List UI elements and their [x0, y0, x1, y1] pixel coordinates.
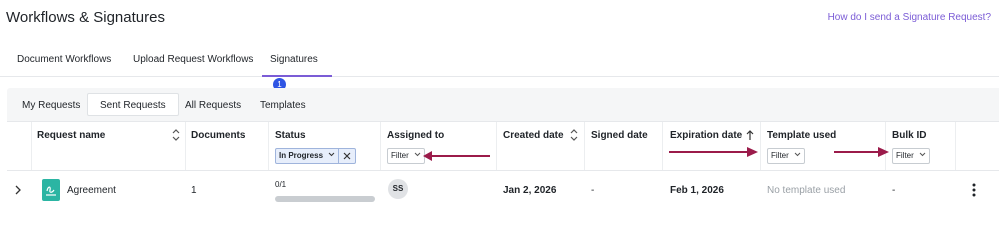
expand-column-header — [7, 122, 32, 171]
column-header-created-date[interactable]: Created date — [497, 122, 585, 171]
tab-signatures[interactable]: Signatures1 — [262, 47, 332, 91]
help-link[interactable]: How do I send a Signature Request? — [828, 12, 991, 23]
document-count: 1 — [191, 185, 197, 196]
signature-document-icon — [42, 179, 60, 201]
tab-label: Document Workflows — [17, 54, 112, 65]
filter-label: Filter — [771, 151, 789, 160]
template-used: No template used — [767, 185, 846, 196]
clear-filter-button[interactable] — [339, 149, 355, 163]
template-used-filter[interactable]: Filter — [767, 148, 806, 164]
more-vertical-icon[interactable] — [971, 182, 977, 198]
sort-icon[interactable] — [171, 128, 181, 142]
column-label: Bulk ID — [892, 130, 927, 141]
column-label: Status — [275, 130, 306, 141]
chevron-down-icon — [794, 152, 801, 157]
subtab-all-requests[interactable]: All Requests — [172, 93, 254, 116]
column-label: Created date — [503, 130, 564, 141]
bulk-id: - — [892, 185, 896, 196]
created-date: Jan 2, 2026 — [503, 185, 557, 196]
sort-up-icon[interactable] — [745, 128, 755, 142]
status-filter-chip[interactable]: In Progress — [275, 148, 357, 164]
tab-label: Signatures — [270, 54, 318, 65]
tab-label: Upload Request Workflows — [133, 54, 254, 65]
tab-upload-request-workflows[interactable]: Upload Request Workflows — [133, 47, 253, 77]
status-filter-value: In Progress — [279, 151, 324, 160]
column-label: Assigned to — [387, 130, 445, 141]
page-title: Workflows & Signatures — [6, 9, 165, 26]
column-label: Expiration date — [670, 130, 743, 141]
column-label: Documents — [191, 130, 246, 141]
tab-document-workflows[interactable]: Document Workflows — [17, 47, 111, 77]
annotation-arrow-left — [423, 151, 490, 161]
requests-table: Request name Documents Status Assigned t… — [7, 121, 999, 211]
annotation-arrow-right — [669, 147, 758, 157]
signatures-panel: My Requests Sent Requests All Requests T… — [7, 88, 999, 211]
chevron-down-icon — [919, 152, 926, 157]
column-header-documents: Documents — [186, 122, 269, 171]
table-row[interactable]: Agreement 1 0/1 SS Jan 2, 2026 - Feb 1, … — [7, 171, 999, 211]
progress-bar — [275, 196, 375, 202]
sort-icon[interactable] — [569, 128, 579, 142]
subtab-sent-requests[interactable]: Sent Requests — [87, 93, 179, 116]
chevron-down-icon — [414, 152, 421, 157]
column-header-signed-date: Signed date — [585, 122, 663, 171]
chevron-right-icon[interactable] — [13, 184, 23, 196]
column-label: Signed date — [591, 130, 648, 141]
annotation-arrow-right — [834, 147, 889, 157]
signed-date: - — [591, 185, 595, 196]
status-filter-label: In Progress — [276, 149, 340, 163]
chevron-down-icon — [328, 152, 335, 157]
request-name[interactable]: Agreement — [67, 185, 116, 196]
avatar: SS — [388, 179, 408, 199]
subtab-templates[interactable]: Templates — [247, 93, 319, 116]
expiration-date: Feb 1, 2026 — [670, 185, 724, 196]
filter-label: Filter — [391, 151, 409, 160]
column-header-request-name[interactable]: Request name — [32, 122, 186, 171]
actions-column-header — [956, 122, 999, 171]
close-icon — [343, 152, 351, 160]
filter-label: Filter — [896, 151, 914, 160]
progress-label: 0/1 — [275, 180, 287, 189]
column-label: Request name — [37, 130, 106, 141]
bulk-id-filter[interactable]: Filter — [892, 148, 931, 164]
main-tabs: Document Workflows Upload Request Workfl… — [0, 47, 999, 91]
subtab-my-requests[interactable]: My Requests — [9, 93, 93, 116]
assigned-to-filter[interactable]: Filter — [387, 148, 426, 164]
column-label: Template used — [767, 130, 837, 141]
